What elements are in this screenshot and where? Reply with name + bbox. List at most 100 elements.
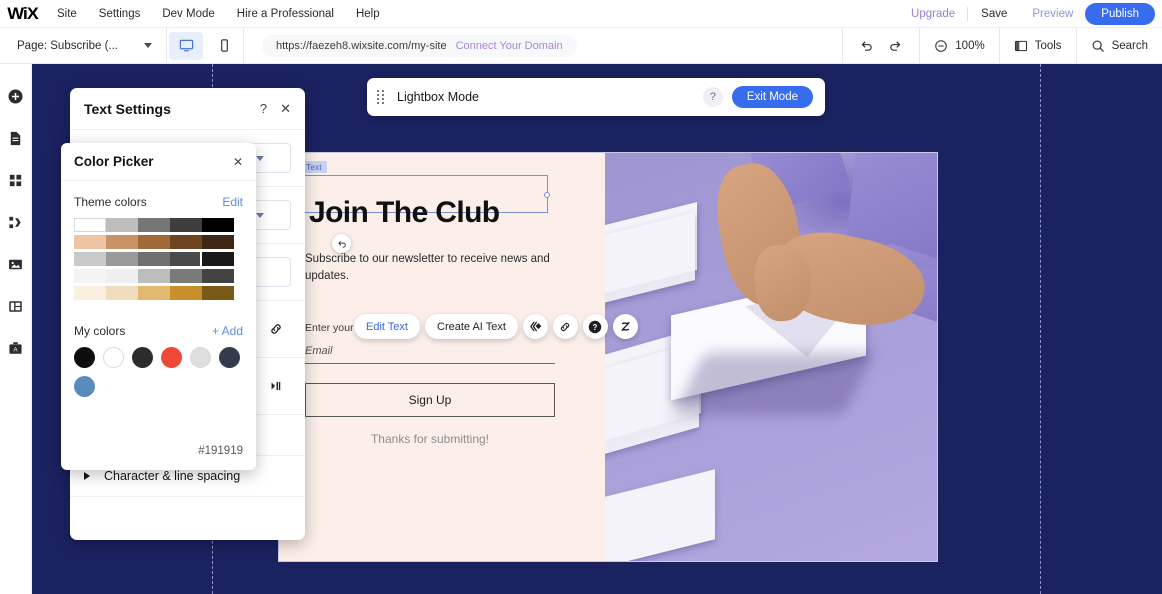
search-label: Search — [1111, 39, 1148, 52]
publish-button[interactable]: Publish — [1085, 2, 1155, 25]
upgrade-link[interactable]: Upgrade — [899, 8, 967, 20]
connect-domain-link[interactable]: Connect Your Domain — [456, 40, 563, 52]
help-button[interactable]: ? — [582, 314, 608, 339]
menu-item-dev-mode[interactable]: Dev Mode — [162, 8, 214, 20]
text-direction-button[interactable] — [261, 371, 291, 401]
undo-arrow-icon — [338, 241, 346, 248]
question-mark-icon[interactable]: ? — [260, 102, 267, 115]
sidebar-item-business-tools[interactable]: A — [6, 338, 26, 358]
theme-color-swatch[interactable] — [74, 235, 106, 249]
theme-color-swatch[interactable] — [170, 218, 202, 232]
desktop-view-button[interactable] — [169, 31, 203, 60]
my-color-swatch[interactable] — [74, 347, 95, 368]
sidebar-item-add-elements[interactable] — [6, 86, 26, 106]
exit-mode-button[interactable]: Exit Mode — [731, 86, 813, 108]
theme-color-swatch[interactable] — [138, 252, 170, 266]
close-x-icon[interactable]: ✕ — [233, 155, 243, 169]
page-selector[interactable]: Page: Subscribe (... — [0, 28, 166, 63]
create-ai-text-button[interactable]: Create AI Text — [425, 314, 518, 339]
lightbox-heading[interactable]: Join The Club — [309, 197, 581, 229]
theme-color-swatch[interactable] — [106, 286, 138, 300]
theme-color-swatch[interactable] — [106, 218, 138, 232]
theme-color-swatch[interactable] — [138, 286, 170, 300]
add-color-button[interactable]: + Add — [212, 324, 243, 338]
link-button[interactable] — [552, 314, 578, 339]
theme-color-swatch[interactable] — [170, 252, 202, 266]
theme-color-swatch[interactable] — [74, 286, 106, 300]
theme-color-swatch[interactable] — [170, 286, 202, 300]
zoom-control[interactable]: 100% — [920, 28, 998, 63]
animation-icon — [530, 321, 542, 332]
my-color-swatch[interactable] — [74, 376, 95, 397]
sidebar-item-integrations[interactable] — [6, 212, 26, 232]
menu-item-settings[interactable]: Settings — [99, 8, 141, 20]
undo-icon[interactable] — [859, 38, 874, 53]
connect-data-button[interactable] — [612, 314, 638, 339]
theme-color-swatch[interactable] — [138, 269, 170, 283]
edit-theme-colors-link[interactable]: Edit — [222, 195, 243, 209]
link-button[interactable] — [261, 314, 291, 344]
lightbox-mode-title: Lightbox Mode — [397, 90, 480, 104]
mobile-view-button[interactable] — [207, 32, 241, 60]
apps-grid-icon — [9, 174, 22, 186]
edit-text-button[interactable]: Edit Text — [354, 314, 420, 339]
menu-item-hire-a-professional[interactable]: Hire a Professional — [237, 8, 334, 20]
menu-item-site[interactable]: Site — [57, 8, 77, 20]
theme-color-swatch[interactable] — [106, 252, 138, 266]
my-color-swatch[interactable] — [219, 347, 240, 368]
theme-color-swatch[interactable] — [138, 218, 170, 232]
top-actions: Upgrade Save Preview Publish — [899, 2, 1162, 25]
drag-grip-icon[interactable] — [377, 90, 384, 104]
animation-button[interactable] — [522, 314, 548, 339]
email-input-placeholder[interactable]: Email — [305, 345, 581, 357]
my-color-swatch[interactable] — [132, 347, 153, 368]
theme-color-swatch[interactable] — [74, 218, 106, 232]
theme-color-swatch[interactable] — [200, 250, 236, 268]
theme-color-swatch[interactable] — [74, 252, 106, 266]
sidebar-item-app-market[interactable] — [6, 170, 26, 190]
theme-color-swatch[interactable] — [170, 269, 202, 283]
site-url-bar[interactable]: https://faezeh8.wixsite.com/my-site Conn… — [262, 34, 577, 57]
theme-color-swatch[interactable] — [138, 235, 170, 249]
preview-button[interactable]: Preview — [1020, 8, 1085, 20]
my-color-swatch[interactable] — [161, 347, 182, 368]
theme-color-swatch[interactable] — [170, 235, 202, 249]
color-picker-popup[interactable]: Color Picker ✕ Theme colors Edit My colo… — [61, 143, 256, 470]
close-x-icon[interactable]: ✕ — [280, 102, 291, 115]
theme-colors-label: Theme colors — [74, 195, 147, 209]
theme-color-swatch[interactable] — [202, 218, 234, 232]
redo-icon[interactable] — [888, 38, 903, 53]
tools-button[interactable]: Tools — [1000, 28, 1076, 63]
theme-color-swatch[interactable] — [202, 286, 234, 300]
theme-color-swatch[interactable] — [106, 235, 138, 249]
my-color-swatch[interactable] — [103, 347, 124, 368]
menu-item-help[interactable]: Help — [356, 8, 380, 20]
my-colors-label: My colors — [74, 324, 126, 338]
sign-up-button[interactable]: Sign Up — [305, 383, 555, 418]
wix-logo[interactable]: WiX — [7, 4, 38, 24]
my-color-swatch[interactable] — [190, 347, 211, 368]
sidebar-item-media[interactable] — [6, 254, 26, 274]
integrations-icon — [9, 216, 21, 228]
lightbox-body-text[interactable]: Subscribe to our newsletter to receive n… — [305, 251, 555, 287]
envelopes-photo — [605, 153, 937, 561]
theme-color-swatch[interactable] — [74, 269, 106, 283]
search-button[interactable]: Search — [1077, 28, 1162, 63]
tools-label: Tools — [1034, 39, 1062, 52]
sidebar-item-site-pages[interactable] — [6, 128, 26, 148]
undo-floating-button[interactable] — [332, 234, 351, 253]
help-icon: ? — [589, 320, 602, 333]
lightbox-mode-bar: Lightbox Mode ? Exit Mode — [367, 78, 825, 116]
guide-line-right — [1040, 64, 1041, 594]
chevron-down-icon — [144, 43, 152, 48]
sidebar-item-layouts[interactable] — [6, 296, 26, 316]
theme-color-swatch[interactable] — [106, 269, 138, 283]
thanks-message: Thanks for submitting! — [370, 432, 490, 447]
lightbox-photo[interactable] — [605, 153, 937, 561]
theme-color-row — [74, 269, 243, 283]
theme-color-swatch[interactable] — [202, 235, 234, 249]
lightbox-subscribe-card[interactable]: Text Join The Club Subscribe to our news… — [278, 152, 938, 562]
save-button[interactable]: Save — [968, 8, 1020, 20]
help-icon[interactable]: ? — [702, 87, 723, 107]
theme-color-swatch[interactable] — [202, 269, 234, 283]
